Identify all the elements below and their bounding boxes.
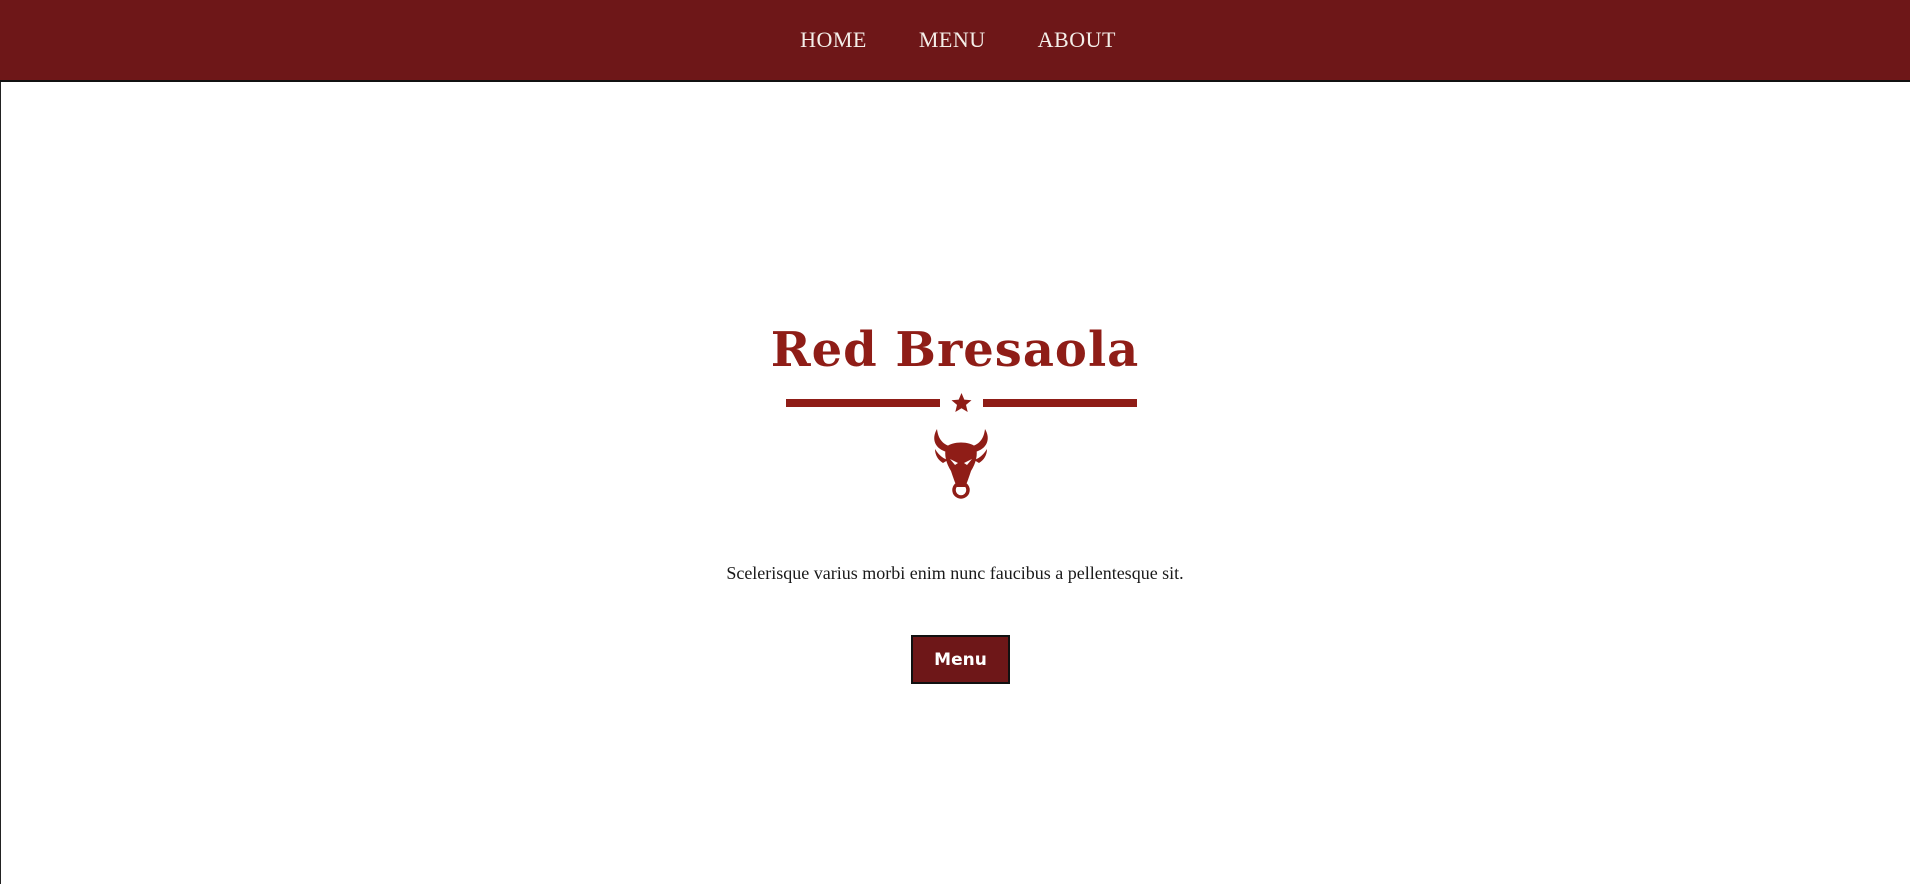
star-divider-icon <box>786 393 1137 412</box>
main-nav: HOME MENU ABOUT <box>0 0 1910 80</box>
nav-home-link[interactable]: HOME <box>800 27 867 53</box>
menu-button[interactable]: Menu <box>911 635 1010 684</box>
bull-head-icon <box>934 429 988 499</box>
nav-about-link[interactable]: ABOUT <box>1038 27 1116 53</box>
top-navigation-bar: HOME MENU ABOUT <box>0 0 1910 82</box>
hero-tagline: Scelerisque varius morbi enim nunc fauci… <box>726 563 1184 583</box>
nav-menu-link[interactable]: MENU <box>919 27 986 53</box>
left-edge-rule <box>0 0 1 884</box>
restaurant-title: Red Bresaola <box>770 322 1140 378</box>
